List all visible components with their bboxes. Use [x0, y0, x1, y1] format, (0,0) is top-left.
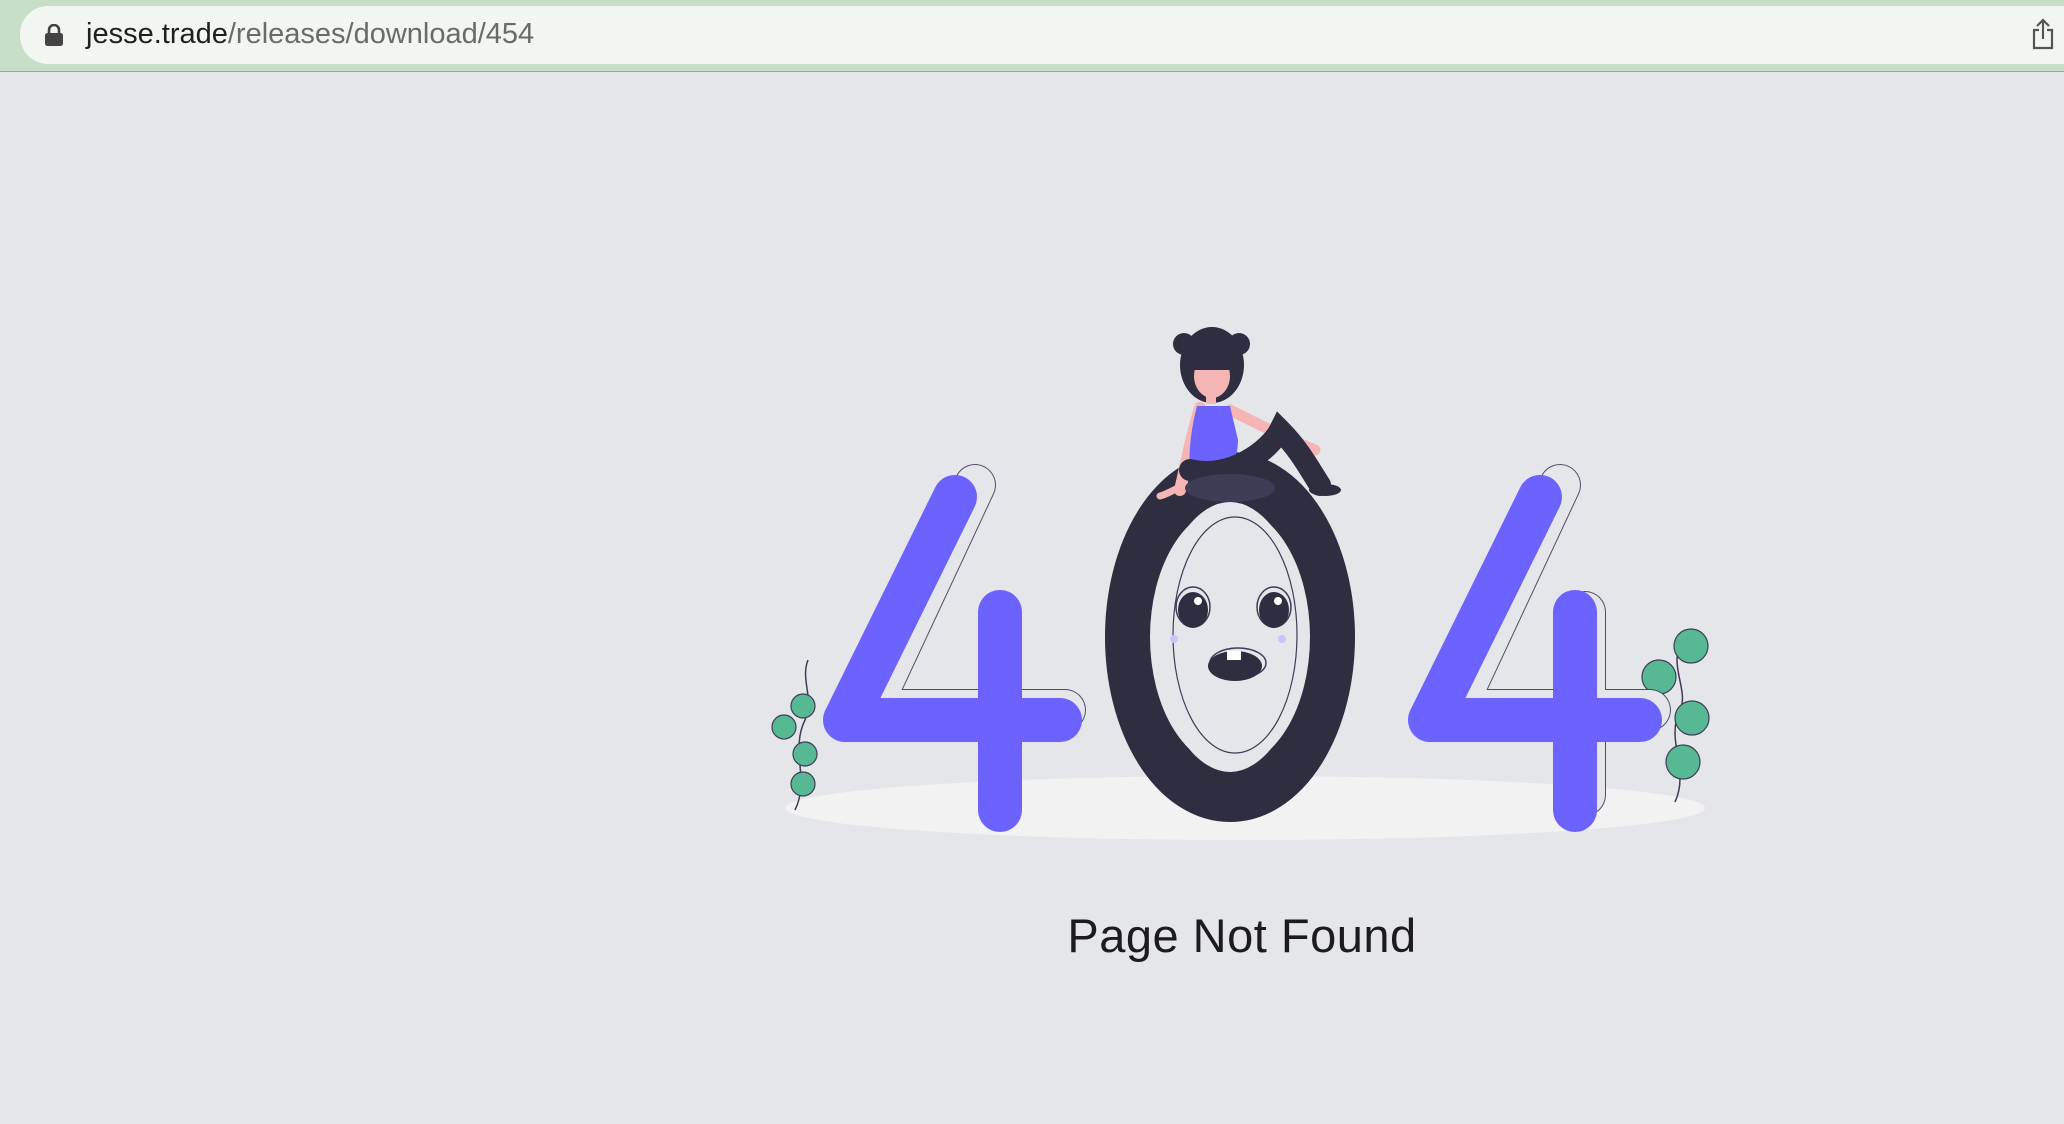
- page-title: Page Not Found: [1067, 909, 1417, 962]
- left-plant-icon: [771, 659, 818, 811]
- digit-four-right: [1408, 464, 1671, 832]
- url-domain: jesse.trade: [86, 18, 228, 50]
- digit-four-left: [823, 464, 1086, 832]
- url-path: /releases/download/454: [227, 18, 535, 50]
- lock-icon[interactable]: [44, 24, 64, 46]
- address-bar-url[interactable]: jesse.trade/releases/download/454: [86, 14, 534, 54]
- share-icon[interactable]: [2030, 18, 2056, 50]
- 404-illustration: [771, 327, 1710, 840]
- browser-toolbar: jesse.trade/releases/download/454: [0, 0, 2064, 72]
- person: [1156, 327, 1341, 502]
- digit-zero: [1105, 452, 1355, 822]
